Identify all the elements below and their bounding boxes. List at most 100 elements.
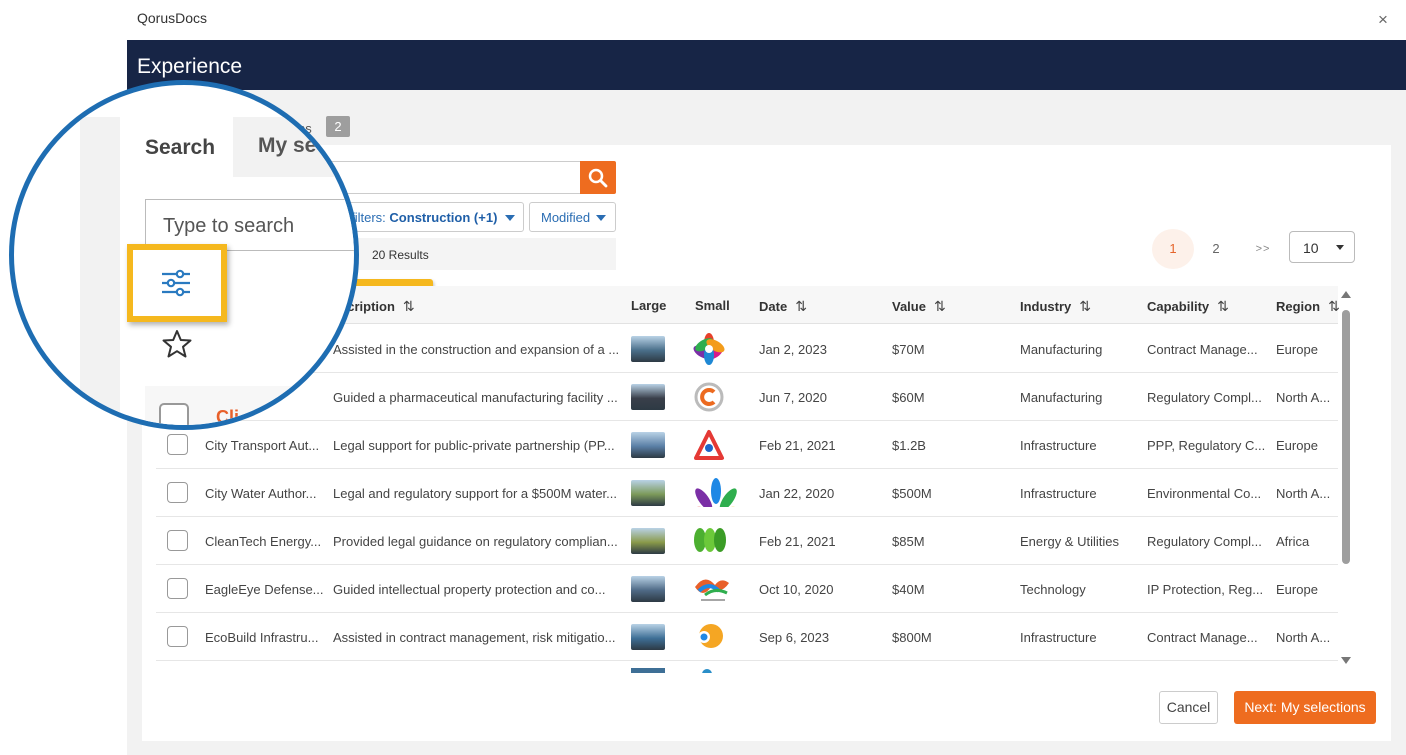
page-size-select[interactable]: 10 <box>1289 231 1355 263</box>
sort-icon: ⇅ <box>1217 298 1229 314</box>
search-icon <box>588 168 608 188</box>
results-bar: 20 Results <box>322 238 616 270</box>
large-thumbnail <box>631 432 665 458</box>
row-date: Sep 6, 2023 <box>759 630 830 645</box>
col-date[interactable]: Date ⇅ <box>759 298 807 315</box>
row-industry: Infrastructure <box>1020 630 1097 645</box>
search-button[interactable] <box>580 161 616 194</box>
small-logo-icon <box>693 381 725 413</box>
row-industry: Manufacturing <box>1020 390 1103 405</box>
table-row[interactable]: City Transport Aut... Legal support for p… <box>156 421 1338 469</box>
sort-icon: ⇅ <box>1328 298 1340 314</box>
close-icon[interactable]: × <box>1378 10 1388 30</box>
filter-button-highlight[interactable] <box>127 244 227 322</box>
col-capability[interactable]: Capability ⇅ <box>1147 298 1229 315</box>
app-title: QorusDocs <box>137 10 208 26</box>
row-description: Provided legal guidance on regulatory co… <box>333 534 618 549</box>
row-capability: Regulatory Compl... <box>1147 390 1262 405</box>
page-2-button[interactable]: 2 <box>1195 229 1237 269</box>
row-checkbox[interactable] <box>167 530 188 551</box>
row-name: EagleEye Defense... <box>205 582 323 597</box>
small-logo-icon <box>693 477 738 525</box>
sort-icon: ⇅ <box>933 298 946 314</box>
cancel-button[interactable]: Cancel <box>1159 691 1218 724</box>
row-checkbox[interactable] <box>167 482 188 503</box>
scroll-up-arrow-icon[interactable] <box>1341 291 1351 298</box>
row-name: EcoBuild Infrastru... <box>205 630 319 645</box>
filters-value: Construction (+1) <box>389 210 498 225</box>
page-1-button[interactable]: 1 <box>1152 229 1194 269</box>
zoom-tab-search[interactable]: Search <box>121 117 233 177</box>
next-page-button[interactable]: >> <box>1242 229 1284 269</box>
dialog-title: Experience <box>137 55 243 78</box>
small-logo-icon <box>693 621 725 653</box>
sort-icon: ⇅ <box>1079 298 1092 314</box>
row-capability: PPP, Regulatory C... <box>1147 438 1265 453</box>
table-row[interactable]: EagleEye Defense... Guided intellectual p… <box>156 565 1338 613</box>
row-value: $40M <box>892 582 925 597</box>
sort-label: Modified <box>541 210 591 225</box>
row-checkbox[interactable] <box>167 626 188 647</box>
row-region: Africa <box>1276 534 1310 549</box>
row-value: $60M <box>892 390 925 405</box>
small-logo-icon <box>693 525 726 557</box>
row-industry: Infrastructure <box>1020 438 1097 453</box>
row-region: Europe <box>1276 438 1318 453</box>
chevron-down-icon <box>505 215 515 221</box>
row-industry: Energy & Utilities <box>1020 534 1119 549</box>
row-capability: Contract Manage... <box>1147 630 1258 645</box>
row-name: CleanTech Energy... <box>205 534 322 549</box>
star-icon[interactable] <box>162 329 192 359</box>
small-logo-icon <box>693 573 729 605</box>
sort-icon: ⇅ <box>795 298 807 314</box>
row-date: Oct 10, 2020 <box>759 582 834 597</box>
col-industry[interactable]: Industry ⇅ <box>1020 298 1091 315</box>
small-logo-icon <box>693 333 725 365</box>
large-thumbnail <box>631 576 665 602</box>
row-industry: Manufacturing <box>1020 342 1103 357</box>
chevron-down-icon <box>1336 245 1344 250</box>
row-description: Guided a pharmaceutical manufacturing fa… <box>333 390 618 405</box>
zoom-orange-fragment: Cli <box>216 407 240 427</box>
table-row[interactable]: City Water Author... Legal and regulatory… <box>156 469 1338 525</box>
row-checkbox[interactable] <box>167 578 188 599</box>
large-thumbnail <box>631 528 665 554</box>
row-capability: IP Protection, Reg... <box>1147 582 1264 597</box>
col-region[interactable]: Region ⇅ <box>1276 298 1340 315</box>
row-name: City Transport Aut... <box>205 438 320 453</box>
filter-sliders-icon <box>162 269 190 297</box>
row-name: City Water Author... <box>205 486 317 501</box>
col-large: Large <box>631 298 667 313</box>
row-date: Jan 22, 2020 <box>759 486 835 501</box>
row-date: Jun 7, 2020 <box>759 390 827 405</box>
row-region: Europe <box>1276 342 1318 357</box>
row-date: Feb 21, 2021 <box>759 438 836 453</box>
zoom-magnifier: Search My se Type to search Cli <box>9 80 359 430</box>
row-description: Assisted in contract management, risk mi… <box>333 630 616 645</box>
scroll-down-arrow-icon[interactable] <box>1341 657 1351 664</box>
row-description: Legal and regulatory support for a $500M… <box>333 486 618 501</box>
results-count: 20 Results <box>372 248 429 262</box>
next-my-selections-button[interactable]: Next: My selections <box>1234 691 1376 724</box>
zoom-tab-my-selections[interactable]: My se <box>258 134 316 158</box>
scrollbar-thumb[interactable] <box>1342 310 1350 564</box>
small-logo-icon <box>693 429 725 461</box>
col-value[interactable]: Value ⇅ <box>892 298 946 315</box>
search-input[interactable] <box>320 161 582 194</box>
row-checkbox[interactable] <box>167 434 188 455</box>
table-row[interactable]: EcoBuild Infrastru... Assisted in contrac… <box>156 613 1338 661</box>
partial-row <box>631 668 712 673</box>
table-row[interactable]: CleanTech Energy... Provided legal guidan… <box>156 517 1338 565</box>
row-value: $500M <box>892 486 932 501</box>
large-thumbnail <box>631 480 665 506</box>
row-region: North A... <box>1276 630 1331 645</box>
row-value: $1.2B <box>892 438 926 453</box>
row-capability: Environmental Co... <box>1147 486 1262 501</box>
large-thumbnail <box>631 624 665 650</box>
row-description: Guided intellectual property protection … <box>333 582 606 597</box>
dialog-header: Experience <box>127 40 1406 90</box>
row-region: North A... <box>1276 390 1331 405</box>
sort-dropdown[interactable]: Modified <box>529 202 616 232</box>
zoom-row-checkbox[interactable] <box>159 403 189 425</box>
row-value: $85M <box>892 534 925 549</box>
